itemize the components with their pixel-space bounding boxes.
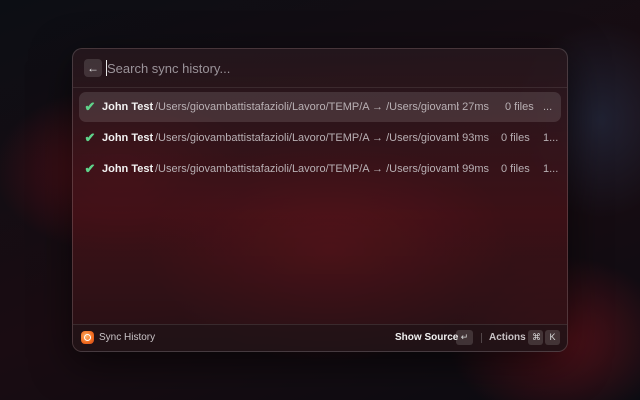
sync-path: /Users/giovambattistafazioli/Lavoro/TEMP… (155, 132, 459, 144)
history-row[interactable]: ✔ John Test /Users/giovambattistafazioli… (79, 123, 561, 153)
sync-path: /Users/giovambattistafazioli/Lavoro/TEMP… (155, 101, 459, 113)
action-bar: Sync History Show Source ↵ Actions ⌘ K (73, 324, 567, 351)
sync-duration: 99ms (462, 163, 489, 175)
sync-history-window: ← ✔ John Test /Users/giovambattistafazio… (72, 48, 568, 352)
sync-duration: 27ms (462, 101, 489, 113)
return-key-icon: ↵ (456, 330, 473, 345)
app-logo-icon (81, 331, 94, 344)
sync-name: John Test (102, 101, 154, 113)
history-row[interactable]: ✔ John Test /Users/giovambattistafazioli… (79, 154, 561, 184)
search-input[interactable] (107, 57, 527, 79)
sync-extra-info: 1... (543, 132, 559, 144)
command-title: Sync History (99, 332, 156, 343)
checkmark-icon: ✔ (84, 130, 96, 145)
sync-duration: 93ms (462, 132, 489, 144)
command-key-icon: ⌘ (528, 330, 543, 345)
sync-extra-info: ... (543, 101, 553, 113)
actions-button[interactable]: Actions (489, 332, 526, 343)
history-row[interactable]: ✔ John Test /Users/giovambattistafazioli… (79, 92, 561, 122)
footer-divider (481, 333, 482, 343)
search-bar: ← (73, 49, 567, 88)
checkmark-icon: ✔ (84, 99, 96, 114)
sync-name: John Test (102, 132, 154, 144)
sync-extra-info: 1... (543, 163, 559, 175)
checkmark-icon: ✔ (84, 161, 96, 176)
sync-path: /Users/giovambattistafazioli/Lavoro/TEMP… (155, 163, 459, 175)
k-key-icon: K (545, 330, 560, 345)
sync-file-count: 0 files (501, 163, 530, 175)
sync-file-count: 0 files (501, 132, 530, 144)
show-source-button[interactable]: Show Source (395, 332, 458, 343)
sync-name: John Test (102, 163, 154, 175)
sync-file-count: 0 files (505, 101, 534, 113)
sync-history-list: ✔ John Test /Users/giovambattistafazioli… (79, 92, 561, 185)
back-button[interactable]: ← (84, 59, 102, 77)
arrow-left-icon: ← (87, 61, 99, 75)
